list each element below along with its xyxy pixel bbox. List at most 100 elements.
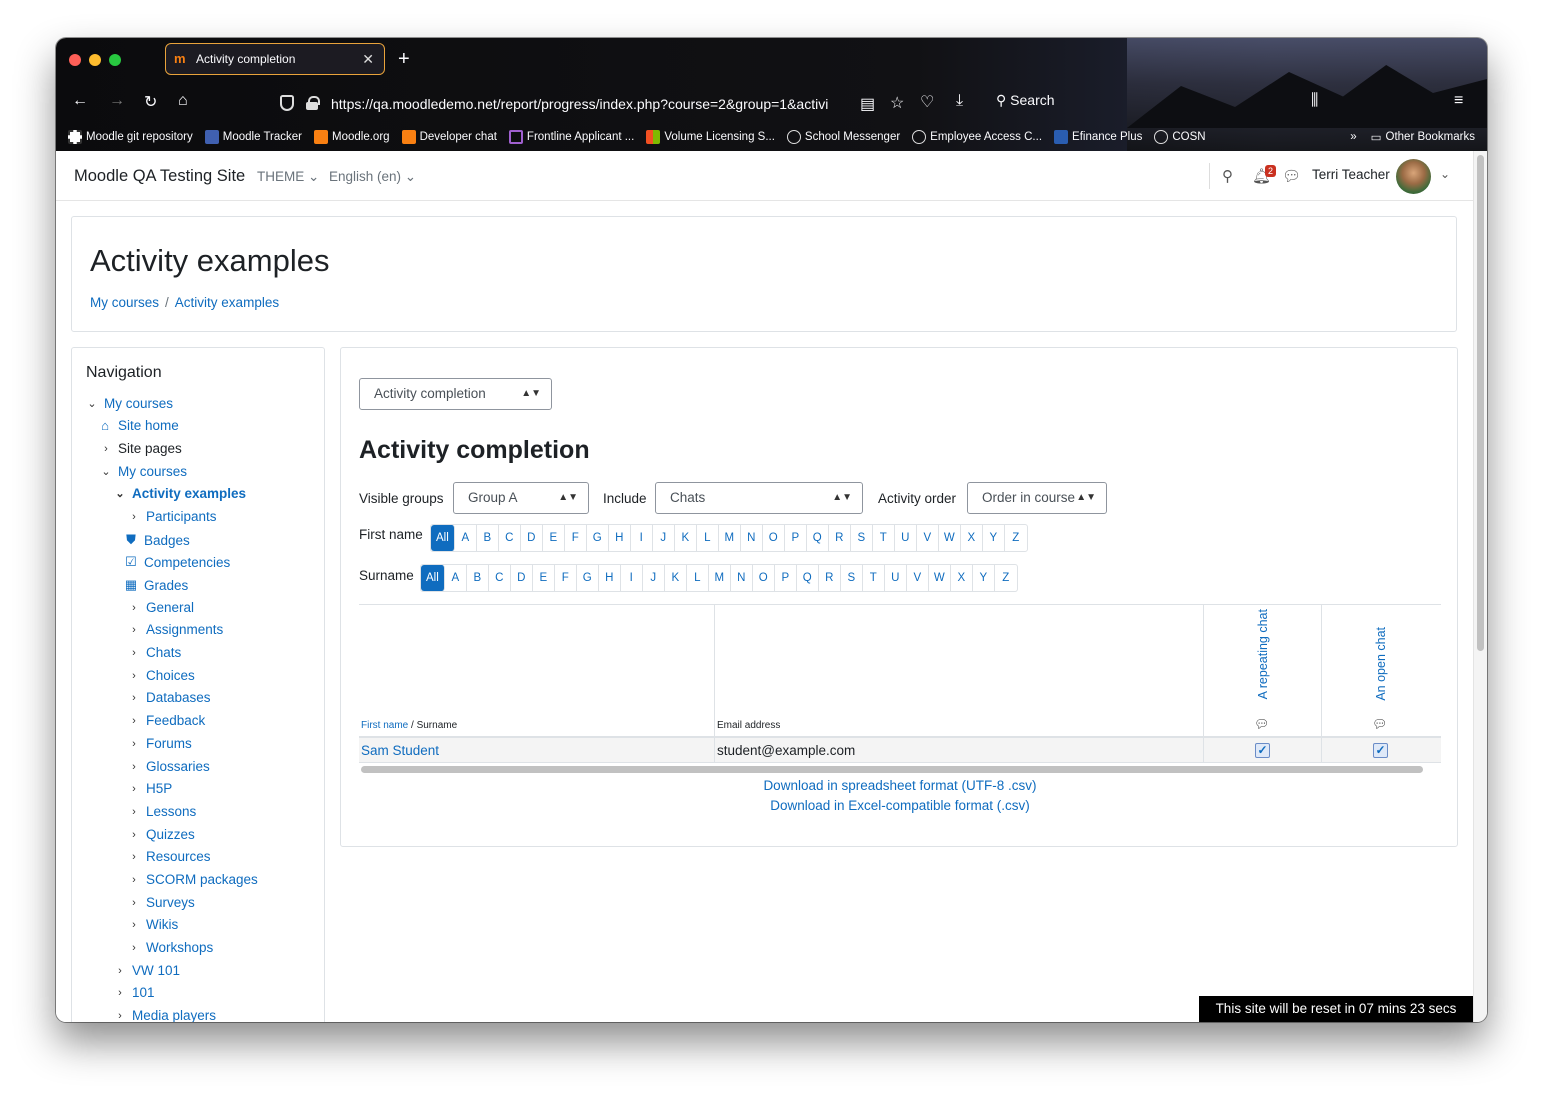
bookmark-item[interactable]: Developer chat <box>401 130 497 144</box>
forward-icon[interactable]: → <box>109 92 125 110</box>
chevron-right-icon[interactable]: › <box>128 897 140 909</box>
firstname-initial-o[interactable]: O <box>763 525 785 551</box>
bookmark-item[interactable]: School Messenger <box>786 130 900 144</box>
firstname-initial-p[interactable]: P <box>785 525 807 551</box>
search-icon[interactable]: ⚲ <box>1222 167 1233 185</box>
firstname-initial-r[interactable]: R <box>829 525 851 551</box>
surname-initial-r[interactable]: R <box>819 565 841 591</box>
bookmark-item[interactable]: Volume Licensing S... <box>646 130 775 144</box>
chevron-right-icon[interactable]: › <box>128 761 140 773</box>
nav-item-choices[interactable]: › Choices <box>128 668 195 683</box>
firstname-initial-c[interactable]: C <box>499 525 521 551</box>
user-name[interactable]: Terri Teacher <box>1312 167 1390 182</box>
sort-first-name-link[interactable]: First name <box>361 720 408 731</box>
surname-initial-i[interactable]: I <box>621 565 643 591</box>
surname-initial-z[interactable]: Z <box>995 565 1017 591</box>
chevron-down-icon[interactable]: ⌄ <box>86 397 98 410</box>
nav-item-lessons[interactable]: › Lessons <box>128 804 196 819</box>
nav-item-participants[interactable]: › Participants <box>128 509 216 524</box>
tracking-shield-icon[interactable] <box>280 95 294 111</box>
chevron-right-icon[interactable]: › <box>128 738 140 750</box>
completion-checkbox[interactable]: ✓ <box>1255 743 1270 758</box>
firstname-initial-i[interactable]: I <box>631 525 653 551</box>
breadcrumb-activity-examples[interactable]: Activity examples <box>175 295 279 310</box>
surname-initial-q[interactable]: Q <box>797 565 819 591</box>
student-name-link[interactable]: Sam Student <box>359 738 715 763</box>
surname-initial-d[interactable]: D <box>511 565 533 591</box>
firstname-initial-a[interactable]: A <box>455 525 477 551</box>
firstname-initial-d[interactable]: D <box>521 525 543 551</box>
activity-order-select[interactable]: Order in course ▲▼ <box>967 482 1107 514</box>
firstname-initial-z[interactable]: Z <box>1005 525 1027 551</box>
chevron-right-icon[interactable]: › <box>128 624 140 636</box>
download-csv-link[interactable]: Download in spreadsheet format (UTF-8 .c… <box>359 778 1441 793</box>
firstname-initial-t[interactable]: T <box>873 525 895 551</box>
scrollbar-thumb[interactable] <box>1477 155 1484 651</box>
surname-initial-o[interactable]: O <box>753 565 775 591</box>
surname-initial-w[interactable]: W <box>929 565 951 591</box>
surname-initial-b[interactable]: B <box>467 565 489 591</box>
chevron-right-icon[interactable]: › <box>128 670 140 682</box>
nav-item-site-home[interactable]: ⌂ Site home <box>98 418 179 433</box>
surname-initial-a[interactable]: A <box>445 565 467 591</box>
chevron-right-icon[interactable]: › <box>100 443 112 455</box>
scrollbar-thumb[interactable] <box>361 766 1423 773</box>
chevron-down-icon[interactable]: ⌄ <box>100 465 112 478</box>
nav-item-grades[interactable]: ▦ Grades <box>124 577 188 593</box>
new-tab-icon[interactable]: + <box>398 48 410 71</box>
pocket-icon[interactable]: ♡ <box>920 92 934 112</box>
firstname-initial-v[interactable]: V <box>917 525 939 551</box>
chevron-right-icon[interactable]: › <box>128 942 140 954</box>
firstname-initial-n[interactable]: N <box>741 525 763 551</box>
chevron-right-icon[interactable]: › <box>128 602 140 614</box>
firstname-initial-w[interactable]: W <box>939 525 961 551</box>
include-select[interactable]: Chats ▲▼ <box>655 482 863 514</box>
surname-initial-s[interactable]: S <box>841 565 863 591</box>
reader-view-icon[interactable]: ▤ <box>860 94 875 114</box>
avatar[interactable] <box>1396 159 1431 194</box>
search-bar[interactable]: ⚲ Search <box>996 92 1055 109</box>
firstname-initial-s[interactable]: S <box>851 525 873 551</box>
theme-dropdown[interactable]: THEME ⌄ <box>257 169 319 185</box>
activity-link[interactable]: A repeating chat <box>1256 609 1270 699</box>
firstname-initial-f[interactable]: F <box>565 525 587 551</box>
chevron-right-icon[interactable]: › <box>128 851 140 863</box>
address-bar[interactable]: https://qa.moodledemo.net/report/progres… <box>270 88 1120 120</box>
nav-item-general[interactable]: › General <box>128 600 194 615</box>
nav-item-wikis[interactable]: › Wikis <box>128 917 178 932</box>
completion-checkbox[interactable]: ✓ <box>1373 743 1388 758</box>
back-icon[interactable]: ← <box>72 92 88 110</box>
nav-item-assignments[interactable]: › Assignments <box>128 622 223 637</box>
reload-icon[interactable]: ↻ <box>144 92 157 112</box>
surname-header-label[interactable]: / Surname <box>411 720 457 731</box>
download-excel-link[interactable]: Download in Excel-compatible format (.cs… <box>359 798 1441 813</box>
surname-initial-m[interactable]: M <box>709 565 731 591</box>
chevron-right-icon[interactable]: › <box>114 1010 126 1022</box>
surname-initial-u[interactable]: U <box>885 565 907 591</box>
firstname-initial-l[interactable]: L <box>697 525 719 551</box>
firstname-initial-h[interactable]: H <box>609 525 631 551</box>
browser-tab[interactable]: m Activity completion ✕ <box>165 43 385 75</box>
surname-initial-j[interactable]: J <box>643 565 665 591</box>
surname-initial-all[interactable]: All <box>421 565 445 591</box>
firstname-initial-b[interactable]: B <box>477 525 499 551</box>
surname-initial-p[interactable]: P <box>775 565 797 591</box>
horizontal-scrollbar[interactable] <box>359 763 1441 775</box>
firstname-initial-u[interactable]: U <box>895 525 917 551</box>
nav-item-h5p[interactable]: › H5P <box>128 781 172 796</box>
close-tab-icon[interactable]: ✕ <box>362 51 374 68</box>
firstname-initial-m[interactable]: M <box>719 525 741 551</box>
bookmark-item[interactable]: Moodle git repository <box>68 130 193 144</box>
bookmark-item[interactable]: Employee Access C... <box>912 130 1042 144</box>
more-bookmarks-icon[interactable]: » <box>1350 131 1356 143</box>
chevron-right-icon[interactable]: › <box>128 511 140 523</box>
surname-initial-k[interactable]: K <box>665 565 687 591</box>
bookmark-item[interactable]: Moodle Tracker <box>204 130 302 144</box>
url-text[interactable]: https://qa.moodledemo.net/report/progres… <box>331 96 851 112</box>
surname-initial-v[interactable]: V <box>907 565 929 591</box>
nav-item-vw101[interactable]: › VW 101 <box>114 963 180 978</box>
library-icon[interactable]: ⫼ <box>1311 92 1318 110</box>
nav-item-site-pages[interactable]: › Site pages <box>100 441 182 456</box>
surname-initial-l[interactable]: L <box>687 565 709 591</box>
nav-item-my-courses-sub[interactable]: ⌄ My courses <box>100 464 187 479</box>
